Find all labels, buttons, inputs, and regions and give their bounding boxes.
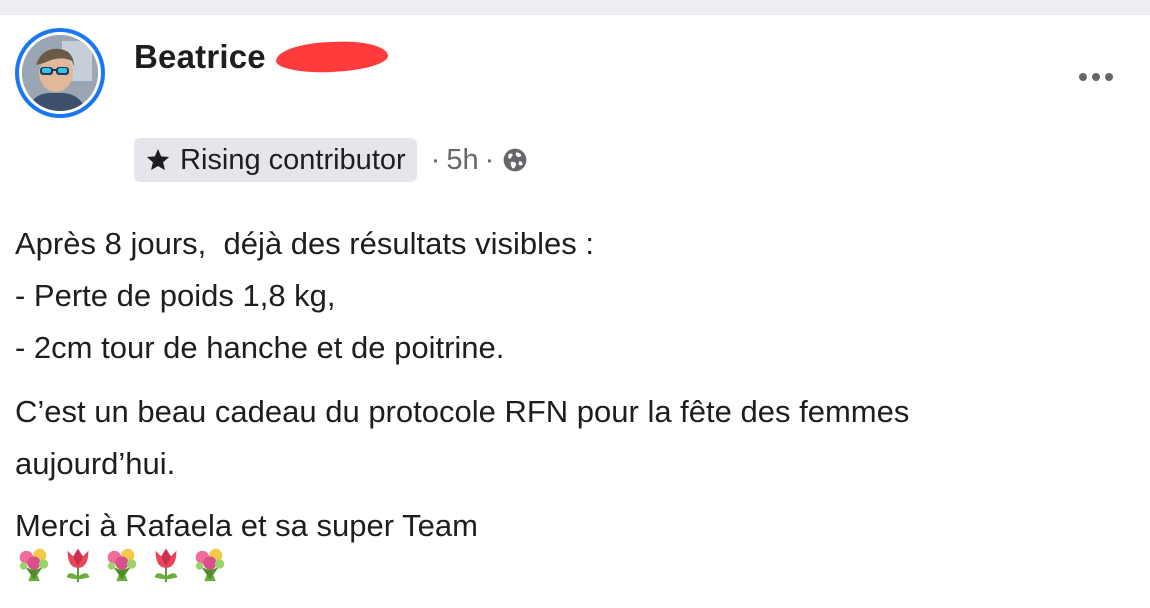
globe-icon[interactable] (502, 147, 528, 173)
more-options-icon (1079, 73, 1087, 81)
more-options-dot (1092, 73, 1100, 81)
more-options-dot (1105, 73, 1113, 81)
post-time[interactable]: 5h (446, 144, 478, 177)
post-text-line: - 2cm tour de hanche et de poitrine. (15, 330, 505, 365)
meta-separator: · (484, 143, 495, 176)
post-meta: Rising contributor · 5h · (134, 138, 528, 182)
post-text-line: - Perte de poids 1,8 kg, (15, 278, 336, 313)
badge-label: Rising contributor (180, 143, 406, 176)
bouquet-icon (195, 548, 225, 582)
bouquet-icon (107, 548, 137, 582)
tulip-icon (66, 548, 90, 583)
post-text-line: C’est un beau cadeau du protocole RFN po… (15, 394, 910, 429)
author-name-row: Beatrice (134, 38, 389, 76)
star-icon (146, 148, 170, 171)
redaction-mark (275, 40, 389, 74)
rising-contributor-badge[interactable]: Rising contributor (134, 138, 417, 182)
post-text-line: aujourd’hui. (15, 446, 176, 481)
meta-separator: · (430, 143, 441, 176)
avatar[interactable] (15, 28, 105, 118)
profile-photo-image (22, 35, 98, 111)
emoji-row (15, 545, 229, 583)
post-text-line: Après 8 jours, déjà des résultats visibl… (15, 226, 594, 261)
post-meta-text: · 5h · (425, 144, 529, 177)
more-options-button[interactable] (1073, 66, 1119, 88)
tulip-icon (154, 548, 178, 583)
author-name[interactable]: Beatrice (134, 38, 266, 76)
top-strip (0, 0, 1150, 15)
bouquet-icon (19, 548, 49, 582)
profile-photo (22, 35, 98, 111)
